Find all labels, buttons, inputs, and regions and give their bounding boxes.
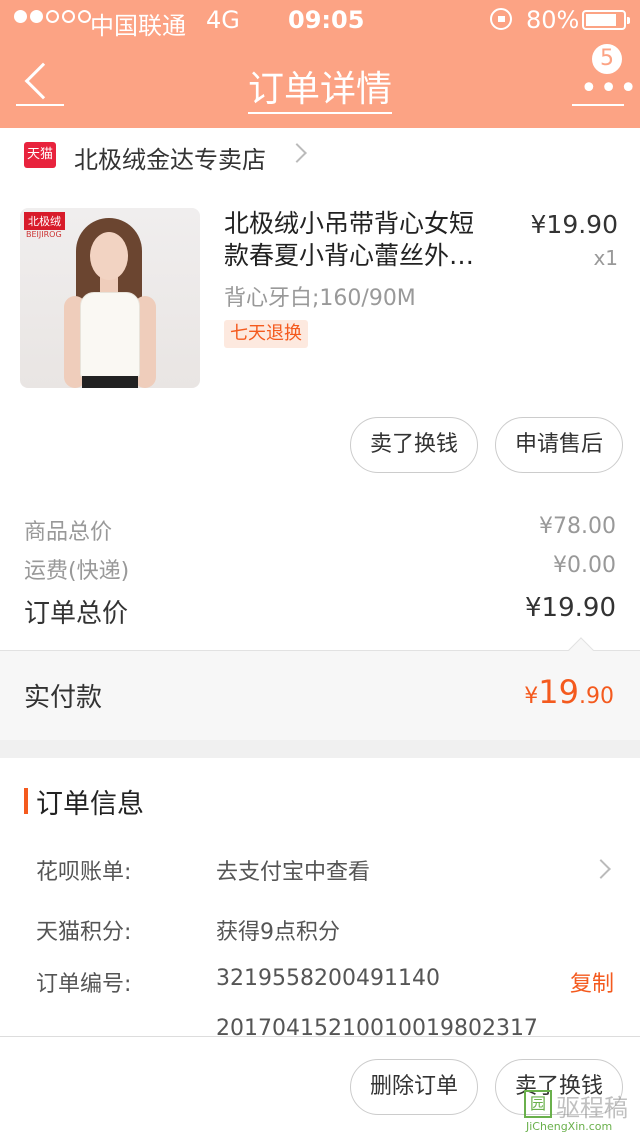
trade-number-value: 20170415210010019802317 — [216, 1016, 538, 1036]
shop-name: 北极绒金达专卖店 — [74, 146, 266, 174]
goods-total-row: 商品总价 ¥78.00 — [24, 514, 616, 546]
more-dots-icon: ••• — [580, 71, 640, 106]
paid-label: 实付款 — [24, 683, 103, 713]
product-price: ¥19.90 — [530, 210, 618, 239]
order-total-row: 订单总价 ¥19.90 — [24, 593, 616, 633]
carrier-name: 中国联通 — [90, 12, 186, 40]
network-type: 4G — [206, 6, 240, 34]
trade-number-row: 20170415210010019802317 — [36, 1016, 620, 1036]
shipping-row: 运费(快递) ¥0.00 — [24, 553, 616, 585]
after-sale-button[interactable]: 申请售后 — [495, 417, 623, 473]
order-total-value: ¥19.90 — [525, 593, 616, 623]
delete-order-button[interactable]: 删除订单 — [350, 1059, 478, 1115]
order-total-label: 订单总价 — [24, 599, 129, 629]
chevron-right-icon — [591, 859, 611, 879]
watermark-url: JiChengXin.com — [526, 1120, 613, 1133]
page-title: 订单详情 — [0, 60, 640, 114]
section-divider — [0, 740, 640, 758]
header-bar: 中国联通 4G 09:05 80% 订单详情 ••• 5 — [0, 0, 640, 128]
goods-total-value: ¥78.00 — [539, 514, 616, 539]
battery-icon — [582, 10, 630, 30]
watermark-logo-icon: 园 — [524, 1090, 552, 1118]
product-title[interactable]: 北极绒小吊带背心女短 款春夏小背心蕾丝外… — [224, 208, 500, 272]
order-number-value: 3219558200491140 — [216, 966, 440, 991]
huabei-label: 花呗账单: — [36, 860, 132, 885]
status-time: 09:05 — [288, 6, 365, 34]
watermark: 园 驱程稿 JiChengXin.com — [520, 1088, 640, 1136]
signal-icon — [14, 10, 91, 23]
shop-row[interactable]: 天猫 北极绒金达专卖店 — [0, 128, 640, 180]
huabei-row[interactable]: 花呗账单: 去支付宝中查看 — [36, 854, 620, 888]
rotation-lock-icon — [490, 8, 512, 30]
watermark-name: 驱程稿 — [556, 1094, 628, 1122]
product-thumbnail[interactable]: 北极绒 BEIJIROG — [20, 208, 200, 388]
order-number-label: 订单编号: — [36, 972, 132, 997]
tmall-logo-icon: 天猫 — [24, 142, 56, 168]
thumbnail-brand-sub: BEIJIROG — [26, 230, 62, 239]
order-number-row: 订单编号: 3219558200491140 复制 — [36, 966, 620, 1000]
sell-button[interactable]: 卖了换钱 — [350, 417, 478, 473]
paid-amount-row: 实付款 ¥19.90 — [0, 637, 640, 740]
paid-value: ¥19.90 — [524, 673, 614, 711]
thumbnail-brand: 北极绒 — [24, 212, 65, 230]
battery-percent: 80% — [526, 6, 580, 34]
chevron-right-icon — [287, 143, 307, 163]
more-menu-button[interactable]: ••• — [572, 74, 637, 106]
shipping-value: ¥0.00 — [553, 553, 616, 578]
points-row: 天猫积分: 获得9点积分 — [36, 914, 620, 948]
huabei-value: 去支付宝中查看 — [216, 860, 371, 885]
message-badge: 5 — [590, 42, 624, 76]
status-bar: 中国联通 4G 09:05 80% — [0, 0, 640, 40]
return-policy-badge: 七天退换 — [224, 320, 308, 348]
points-label: 天猫积分: — [36, 920, 132, 945]
points-value: 获得9点积分 — [216, 920, 340, 945]
product-quantity: x1 — [593, 246, 618, 270]
copy-button[interactable]: 复制 — [570, 966, 614, 998]
shipping-label: 运费(快递) — [24, 559, 130, 584]
goods-total-label: 商品总价 — [24, 520, 113, 545]
product-spec: 背心牙白;160/90M — [224, 286, 416, 311]
